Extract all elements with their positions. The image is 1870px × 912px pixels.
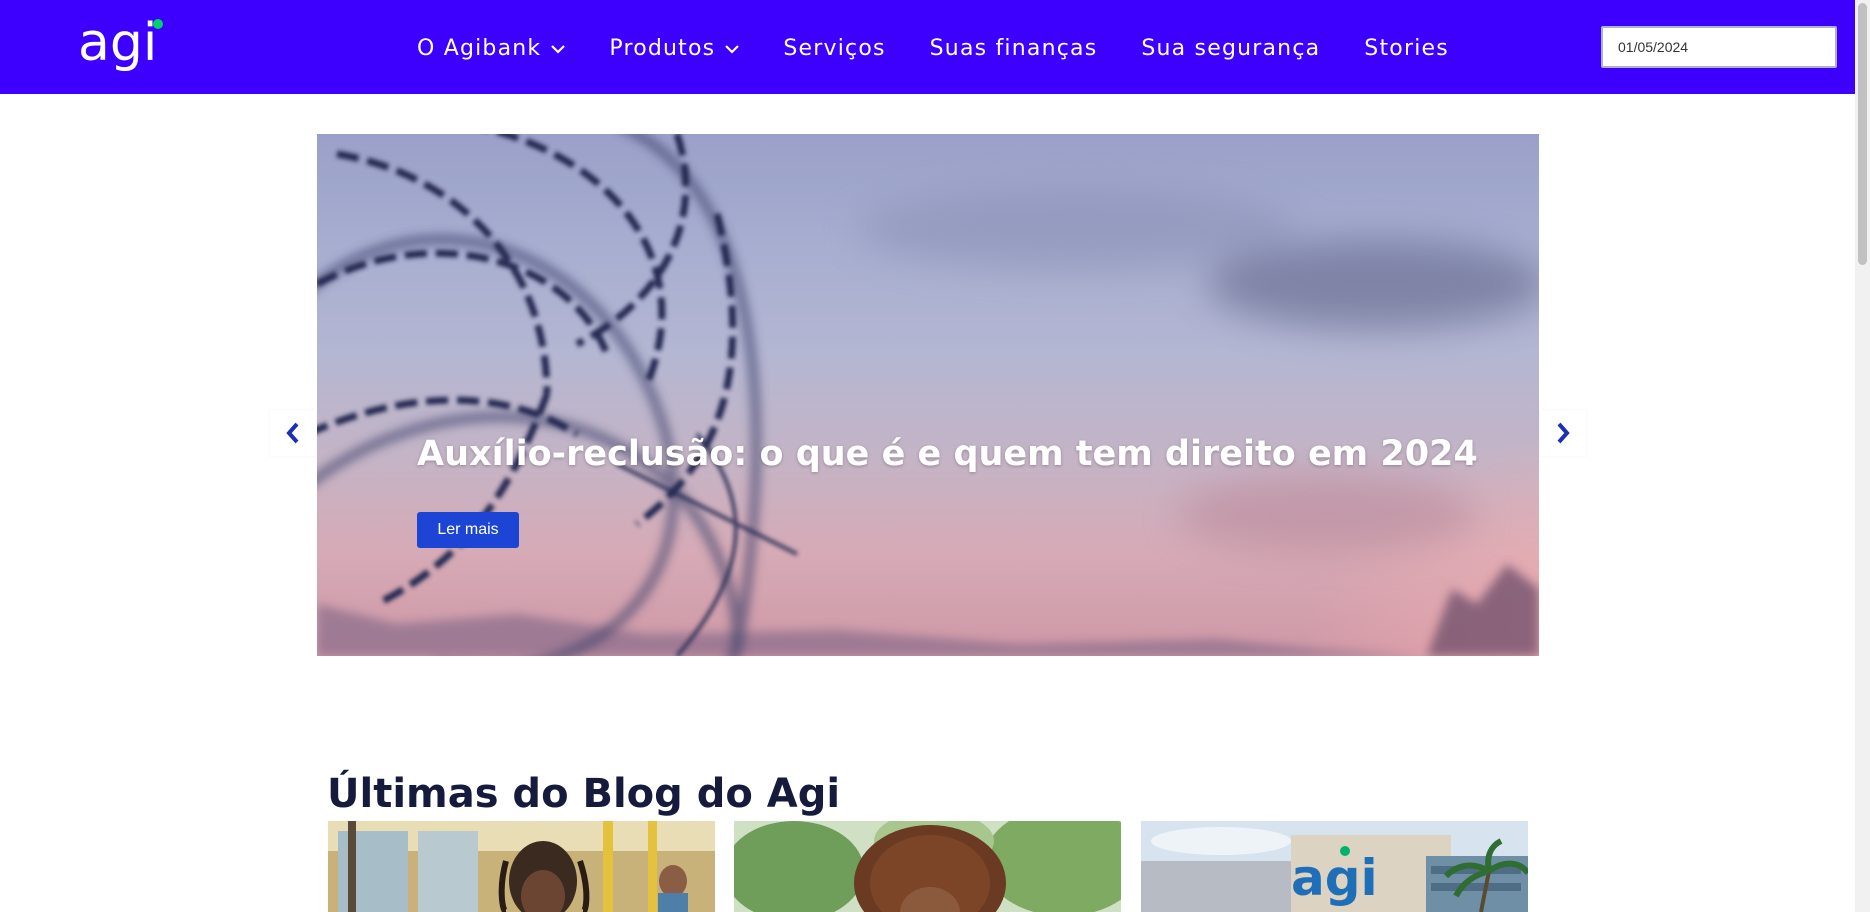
nav-item-label: O Agibank (417, 35, 542, 61)
carousel-prev-button[interactable] (270, 410, 316, 456)
read-more-button[interactable]: Ler mais (417, 512, 519, 548)
nav-item-label: Suas finanças (929, 35, 1098, 61)
svg-text:agi: agi (1291, 849, 1378, 907)
hero-title[interactable]: Auxílio-reclusão: o que é e quem tem dir… (417, 434, 1478, 474)
barbed-wire-image (317, 134, 1539, 656)
nav-item-label: Stories (1364, 35, 1449, 61)
carousel-next-button[interactable] (1540, 410, 1586, 456)
nav-item-label: Serviços (783, 35, 886, 61)
blog-card[interactable]: agi (1141, 821, 1528, 912)
main-nav: O Agibank Produtos Serviços Suas finança… (417, 31, 1449, 65)
svg-text:agi: agi (78, 16, 157, 73)
nav-item-sua-seguranca[interactable]: Sua segurança (1141, 36, 1320, 61)
agi-logo[interactable]: agi (78, 16, 168, 80)
chevron-down-icon (551, 44, 566, 54)
scrollbar-thumb[interactable] (1858, 3, 1867, 265)
page-scrollbar[interactable] (1855, 0, 1870, 912)
nav-item-suas-financas[interactable]: Suas finanças (930, 36, 1098, 61)
agi-building-image: agi (1141, 821, 1528, 912)
woman-on-bus-image (328, 821, 715, 912)
nav-item-servicos[interactable]: Serviços (783, 36, 885, 61)
chevron-left-icon (286, 422, 299, 444)
nav-item-o-agibank[interactable]: O Agibank (417, 35, 566, 61)
date-input[interactable] (1601, 26, 1837, 68)
nav-item-label: Produtos (609, 35, 716, 61)
curly-hair-woman-image (734, 821, 1121, 912)
blog-card[interactable] (328, 821, 715, 912)
chevron-right-icon (1557, 422, 1570, 444)
blog-card[interactable] (734, 821, 1121, 912)
hero-slide: Auxílio-reclusão: o que é e quem tem dir… (317, 134, 1539, 656)
nav-item-stories[interactable]: Stories (1364, 36, 1449, 61)
chevron-down-icon (725, 44, 740, 54)
nav-item-label: Sua segurança (1141, 35, 1321, 61)
blog-section-title: Últimas do Blog do Agi (327, 771, 841, 817)
site-header: agi O Agibank Produtos Serviços Suas fin… (0, 0, 1855, 94)
nav-item-produtos[interactable]: Produtos (609, 35, 740, 61)
